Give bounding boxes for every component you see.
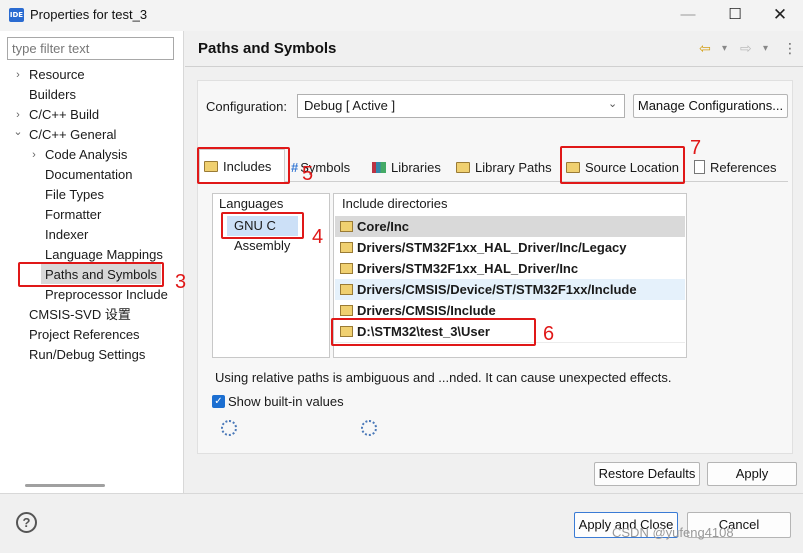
- relative-paths-warning: Using relative paths is ambiguous and ..…: [215, 370, 672, 385]
- apply-button[interactable]: Apply: [707, 462, 797, 486]
- folder-include-icon: [340, 284, 353, 295]
- annotation-number-5: 5: [302, 163, 314, 185]
- sidebar-item-documentation[interactable]: Documentation: [45, 165, 132, 185]
- sidebar-item-formatter[interactable]: Formatter: [45, 205, 101, 225]
- sidebar-item-cpp-build[interactable]: › C/C++ Build: [16, 105, 100, 125]
- sidebar-item-cmsis-svd[interactable]: CMSIS-SVD 设置: [29, 305, 131, 325]
- forward-arrow-icon[interactable]: ⇨: [740, 40, 752, 57]
- annotation-box-4: [221, 212, 304, 239]
- ide-app-icon: IDE: [9, 8, 24, 22]
- window-title: Properties for test_3: [30, 7, 148, 22]
- chevron-right-icon[interactable]: ›: [29, 145, 39, 165]
- page-title: Paths and Symbols: [198, 40, 337, 57]
- sidebar-item-label: Run/Debug Settings: [29, 347, 146, 362]
- sidebar-item-label: Code Analysis: [45, 147, 128, 162]
- manage-configurations-button[interactable]: Manage Configurations...: [633, 94, 788, 118]
- sidebar-item-label: CMSIS-SVD 设置: [29, 307, 131, 322]
- restore-defaults-button[interactable]: Restore Defaults: [594, 462, 700, 486]
- annotation-box-7: [560, 146, 685, 184]
- chevron-down-icon[interactable]: ⌄: [608, 97, 617, 110]
- more-menu-icon[interactable]: ⋮: [783, 40, 797, 57]
- sidebar-item-label: C/C++ General: [29, 127, 117, 142]
- maximize-button[interactable]: ☐: [712, 0, 758, 31]
- annotation-number-4: 4: [312, 226, 324, 248]
- export-settings-icon[interactable]: [221, 420, 237, 436]
- include-row[interactable]: Drivers/CMSIS/Device/ST/STM32F1xx/Includ…: [335, 279, 685, 300]
- annotation-number-7: 7: [690, 137, 702, 159]
- sidebar-item-resource[interactable]: › Resource: [16, 65, 85, 85]
- back-arrow-icon[interactable]: ⇦: [699, 40, 711, 57]
- include-directories-header: Include directories: [342, 196, 448, 211]
- sidebar-item-label: Documentation: [45, 167, 133, 182]
- sidebar-item-run-debug-settings[interactable]: Run/Debug Settings: [29, 345, 145, 365]
- tab-symbols[interactable]: # Symbols: [287, 155, 365, 181]
- hash-icon: #: [291, 160, 299, 175]
- sidebar-item-project-references[interactable]: Project References: [29, 325, 140, 345]
- include-path: Drivers/STM32F1xx_HAL_Driver/Inc/Legacy: [357, 240, 627, 255]
- include-row[interactable]: Drivers/STM32F1xx_HAL_Driver/Inc: [335, 258, 685, 279]
- folder-include-icon: [340, 305, 353, 316]
- annotation-box-5: [197, 147, 290, 184]
- sidebar-item-cpp-general[interactable]: ⌄ C/C++ General: [13, 125, 117, 145]
- sidebar-item-preprocessor-include[interactable]: Preprocessor Include: [45, 285, 168, 305]
- tab-label: Library Paths: [475, 160, 552, 175]
- include-row[interactable]: Drivers/STM32F1xx_HAL_Driver/Inc/Legacy: [335, 237, 685, 258]
- folder-library-icon: [456, 162, 470, 173]
- tab-library-paths[interactable]: Library Paths: [452, 155, 558, 181]
- chevron-right-icon[interactable]: ›: [13, 65, 23, 85]
- sidebar-item-indexer[interactable]: Indexer: [45, 225, 88, 245]
- chevron-down-icon[interactable]: ⌄: [13, 122, 23, 142]
- annotation-box-3: [18, 262, 164, 287]
- annotation-box-6: [331, 318, 536, 346]
- footer-divider: [0, 493, 803, 494]
- sidebar-item-code-analysis[interactable]: › Code Analysis: [32, 145, 128, 165]
- languages-header: Languages: [219, 196, 284, 211]
- include-path: Drivers/STM32F1xx_HAL_Driver/Inc: [357, 261, 579, 276]
- sidebar-item-label: File Types: [45, 187, 105, 202]
- help-icon[interactable]: ?: [16, 512, 37, 533]
- language-item-assembly[interactable]: Assembly: [234, 238, 290, 253]
- include-path: Core/Inc: [357, 219, 410, 234]
- sidebar-item-label: C/C++ Build: [29, 107, 100, 122]
- folder-include-icon: [340, 221, 353, 232]
- chevron-down-icon[interactable]: ▾: [722, 43, 727, 54]
- sidebar-item-label: Builders: [29, 87, 76, 102]
- include-row[interactable]: Core/Inc: [335, 216, 685, 237]
- chevron-down-icon[interactable]: ▾: [763, 43, 768, 54]
- sidebar-item-label: Indexer: [45, 227, 89, 242]
- filter-input[interactable]: [7, 37, 174, 60]
- minimize-button[interactable]: —: [665, 0, 711, 31]
- sidebar-item-label: Language Mappings: [45, 247, 163, 262]
- references-icon: [694, 160, 705, 174]
- folder-include-icon: [340, 263, 353, 274]
- horizontal-scrollbar[interactable]: [25, 484, 105, 487]
- include-path: Drivers/CMSIS/Include: [357, 303, 496, 318]
- sidebar-item-label: Formatter: [45, 207, 102, 222]
- annotation-number-6: 6: [543, 323, 555, 345]
- sidebar-item-file-types[interactable]: File Types: [45, 185, 104, 205]
- show-builtin-checkbox[interactable]: ✓: [212, 395, 225, 408]
- tab-libraries[interactable]: Libraries: [368, 155, 450, 181]
- include-path: Drivers/CMSIS/Device/ST/STM32F1xx/Includ…: [357, 282, 637, 297]
- configuration-label: Configuration:: [206, 99, 287, 114]
- import-settings-icon[interactable]: [361, 420, 377, 436]
- sidebar-item-label: Project References: [29, 327, 140, 342]
- configuration-select[interactable]: Debug [ Active ]: [297, 94, 625, 118]
- annotation-number-3: 3: [175, 271, 187, 293]
- show-builtin-label[interactable]: Show built-in values: [228, 394, 344, 409]
- tab-label: Libraries: [391, 160, 441, 175]
- tab-label: References: [710, 160, 777, 175]
- sidebar-item-label: Resource: [29, 67, 85, 82]
- close-button[interactable]: ✕: [757, 0, 803, 31]
- watermark: CSDN @yufeng4108: [612, 525, 734, 540]
- library-icon: [372, 162, 386, 173]
- tab-references[interactable]: References: [690, 155, 782, 181]
- sidebar-item-builders[interactable]: Builders: [29, 85, 76, 105]
- sidebar-item-label: Preprocessor Include: [45, 287, 168, 302]
- folder-include-icon: [340, 242, 353, 253]
- header-divider: [185, 66, 803, 67]
